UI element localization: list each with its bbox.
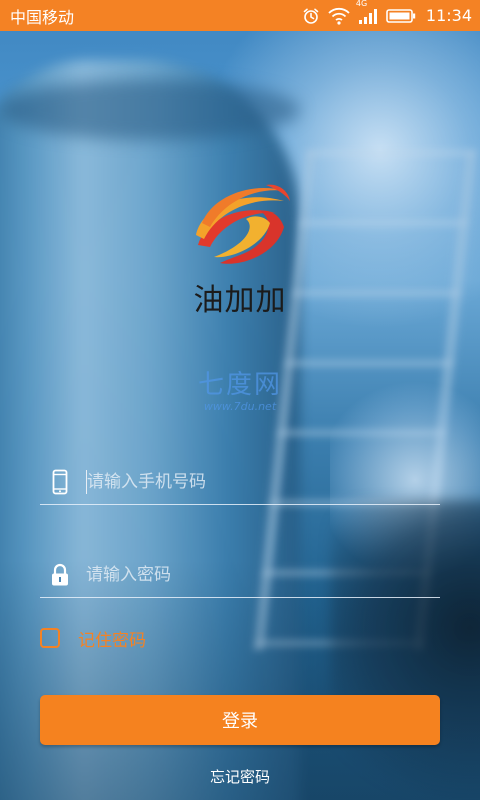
background-tank	[0, 60, 300, 800]
carrier-name: 中国移动	[10, 7, 75, 27]
remember-password-label: 记住密码	[78, 630, 146, 651]
app-name: 油加加	[193, 283, 287, 318]
mobile-phone-icon	[40, 469, 80, 495]
password-field[interactable]	[40, 553, 440, 598]
background-shadow	[330, 500, 480, 800]
phone-input[interactable]	[81, 461, 440, 503]
lock-icon	[40, 563, 80, 587]
login-button[interactable]: 登录	[40, 695, 440, 745]
forgot-password-link[interactable]: 忘记密码	[0, 766, 480, 787]
remember-password-checkbox[interactable]	[40, 628, 60, 648]
login-screen: 中国移动 4G 11:34 油加加 七度网 www.7du.net 请输入手机号…	[0, 0, 480, 800]
background-tank-top	[0, 80, 300, 140]
password-input[interactable]	[80, 554, 440, 596]
alarm-icon	[302, 7, 320, 25]
watermark-title: 七度网	[197, 370, 282, 400]
app-logo: 油加加	[180, 175, 300, 318]
clock: 11:34	[425, 6, 472, 25]
phone-field[interactable]	[40, 460, 440, 505]
remember-password[interactable]: 记住密码	[40, 625, 146, 651]
watermark-url: www.7du.net	[203, 400, 277, 413]
wifi-icon	[328, 7, 350, 25]
flame-swirl-logo-icon	[196, 184, 290, 264]
network-type: 4G	[355, 0, 368, 8]
watermark: 七度网 www.7du.net	[180, 370, 300, 414]
cellular-signal-icon: 4G	[356, 0, 378, 25]
status-bar: 中国移动 4G 11:34	[0, 0, 480, 31]
status-icons: 4G 11:34	[302, 0, 472, 25]
battery-icon	[386, 8, 416, 24]
